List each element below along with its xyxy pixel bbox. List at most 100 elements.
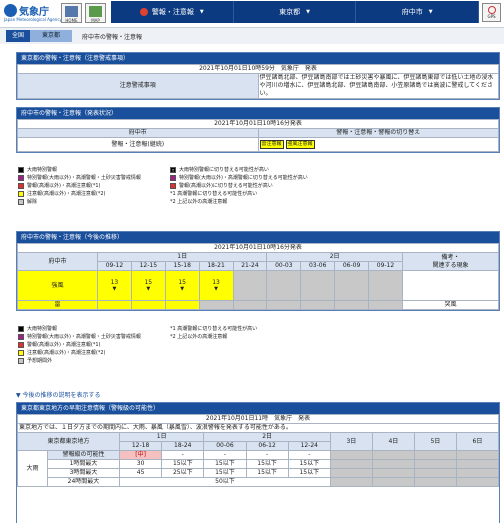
jma-logo-mark-icon bbox=[4, 4, 17, 17]
section-prefecture-advisory: 東京都の警報・注意報（注意警戒事項） 2021年10月01日10時59分 気象庁… bbox=[16, 52, 500, 100]
legend-item: 特別警報(大雨以外)・高潮警報・土砂災害警戒情報 bbox=[27, 334, 141, 340]
main-nav: 警報・注意報 ▼ 東京都 ▼ 府中市 ▼ bbox=[111, 1, 480, 23]
empty-cell bbox=[266, 300, 302, 310]
empty-cell bbox=[455, 477, 500, 487]
time-slot: 06-09 bbox=[334, 261, 369, 271]
value-cell: 15以下 bbox=[245, 459, 289, 469]
logo-en-text: Japan Meteorological Agency bbox=[4, 17, 62, 22]
empty-cell bbox=[368, 270, 403, 301]
arrow-up-red-icon bbox=[170, 183, 176, 189]
chevron-down-icon: ▼ bbox=[306, 9, 310, 15]
group-heavy-rain: 大雨 bbox=[17, 450, 48, 487]
arrow-down-icon: ▼ bbox=[112, 286, 117, 292]
legend-note: *1 高潮警報に切り替える可能性が高い bbox=[170, 326, 258, 332]
wind-cell: 13 ▼ bbox=[198, 270, 234, 301]
legend-note: *2 上記以外の高潮注意報 bbox=[170, 199, 228, 205]
site-header: 気象庁 Japan Meteorological Agency HOME MAP… bbox=[0, 0, 504, 26]
empty-cell bbox=[455, 459, 500, 469]
empty-cell bbox=[329, 450, 373, 460]
swatch-yellow-icon bbox=[18, 191, 24, 197]
gps-button[interactable]: GPS bbox=[482, 3, 501, 22]
time-slot: 12-15 bbox=[130, 261, 166, 271]
thunder-advisory-tag[interactable]: 雷注意報 bbox=[259, 140, 284, 149]
nav-city-label: 府中市 bbox=[401, 8, 423, 16]
swatch-red-icon bbox=[18, 342, 24, 348]
day-header: 4日 bbox=[371, 432, 415, 451]
empty-cell bbox=[371, 468, 415, 478]
empty-cell bbox=[198, 300, 234, 310]
breadcrumb-national[interactable]: 全国 bbox=[6, 30, 31, 42]
possibility-cell: [中] bbox=[118, 450, 163, 460]
value-cell: 15以下 bbox=[203, 459, 247, 469]
thunder-cell bbox=[130, 300, 166, 310]
legend-item: 警報(高潮以外)・高潮注意報(*1) bbox=[27, 183, 101, 189]
map-button[interactable]: MAP bbox=[85, 3, 106, 23]
row-label: 24時間最大 bbox=[47, 477, 120, 487]
section-title: 東京都の警報・注意報（注意警戒事項） bbox=[17, 53, 499, 64]
day-header: 2日 bbox=[266, 252, 403, 262]
legend-item: 大雨特別警報 bbox=[27, 167, 58, 173]
legend-forecast-left: 大雨特別警報 特別警報(大雨以外)・高潮警報・土砂災害警戒情報 警報(高潮以外)… bbox=[18, 325, 141, 365]
status-table: 2021年10月01日10時16分発表 府中市 警報・注意報・警報の切り替え 警報… bbox=[17, 119, 499, 152]
day-header: 3日 bbox=[329, 432, 373, 451]
nav-prefecture[interactable]: 東京都 ▼ bbox=[234, 1, 357, 23]
legend-item: 予想期間外 bbox=[27, 358, 53, 364]
empty-cell bbox=[371, 459, 415, 469]
empty-cell bbox=[413, 459, 457, 469]
day-header: 5日 bbox=[413, 432, 457, 451]
empty-cell bbox=[455, 468, 500, 478]
time-slot: 03-06 bbox=[300, 261, 336, 271]
row-label: 注意警戒事項 bbox=[17, 73, 259, 99]
note-cell bbox=[401, 270, 500, 301]
day-header: 1日 bbox=[118, 432, 205, 442]
day-header: 1日 bbox=[96, 252, 268, 262]
swatch-purple-icon bbox=[18, 175, 24, 181]
wind-cell: 15 ▼ bbox=[164, 270, 200, 301]
advisory-table: 2021年10月01日10時59分 気象庁 発表 注意警戒事項 伊豆諸島北部、伊… bbox=[17, 64, 499, 99]
legend-item: 注意報(高潮以外)・高潮注意報(*2) bbox=[27, 191, 106, 197]
issue-date: 2021年10月01日10時16分発表 bbox=[17, 243, 499, 253]
section-title: 府中市の警報・注意報（今後の推移） bbox=[17, 232, 499, 243]
time-slot: 21-24 bbox=[232, 261, 268, 271]
wind-cell: 13 ▼ bbox=[97, 270, 132, 301]
value-cell: 15以下 bbox=[203, 468, 247, 478]
early-warning-text: 東京地方では、１日夕方までの期間内に、大雨、暴風（暴風雪）、波浪警報を発表する可… bbox=[17, 423, 499, 433]
swatch-black-icon bbox=[18, 167, 24, 173]
early-warning-table: 2021年10月01日11時 気象庁 発表 東京地方では、１日夕方までの期間内に… bbox=[17, 414, 500, 487]
swatch-black-icon bbox=[18, 326, 24, 332]
time-slot: 18-24 bbox=[161, 441, 205, 451]
legend-item: 警報(高潮以外)・高潮注意報(*1) bbox=[27, 342, 101, 348]
note-cell: 突風 bbox=[401, 300, 500, 310]
breadcrumb-tokyo[interactable]: 東京都 bbox=[30, 30, 73, 42]
arrow-down-icon: ▼ bbox=[180, 286, 185, 292]
section-early-warning: 東京都東京地方の早期注意情報（警報級の可能性） 2021年10月01日11時 気… bbox=[16, 402, 500, 523]
empty-cell bbox=[329, 468, 373, 478]
empty-cell bbox=[371, 477, 415, 487]
home-button[interactable]: HOME bbox=[61, 3, 82, 23]
legend-item: 注意報(高潮以外)・高潮注意報(*2) bbox=[27, 350, 106, 356]
nav-warnings[interactable]: 警報・注意報 ▼ bbox=[111, 1, 234, 23]
value-cell: 15以下 bbox=[287, 459, 331, 469]
issue-date: 2021年10月01日10時59分 気象庁 発表 bbox=[17, 64, 499, 74]
empty-cell bbox=[334, 300, 369, 310]
empty-cell bbox=[300, 300, 336, 310]
possibility-cell: - bbox=[287, 450, 331, 460]
swatch-gray-icon bbox=[18, 199, 24, 205]
row-label-wind: 強風 bbox=[17, 270, 98, 301]
arrow-up-black-icon: ↑ bbox=[170, 167, 176, 173]
possibility-cell: - bbox=[203, 450, 247, 460]
empty-cell bbox=[413, 477, 457, 487]
swatch-purple-icon bbox=[18, 334, 24, 340]
section-title: 府中市の警報・注意報（発表状況） bbox=[17, 108, 499, 119]
nav-city[interactable]: 府中市 ▼ bbox=[356, 1, 480, 23]
row-label-thunder: 雷 bbox=[17, 300, 98, 310]
breadcrumb-current: 府中市の警報・注意報 bbox=[82, 33, 143, 41]
time-slot: 06-12 bbox=[245, 441, 289, 451]
value-cell: 25以下 bbox=[161, 468, 205, 478]
jma-logo[interactable]: 気象庁 Japan Meteorological Agency bbox=[4, 3, 62, 22]
show-explanation-link[interactable]: ▼ 今後の推移の説明を表示する bbox=[16, 390, 101, 399]
legend-item: 特別警報(大雨以外)・高潮警報に切り替える可能性が高い bbox=[179, 175, 308, 181]
wind-advisory-tag[interactable]: 強風注意報 bbox=[285, 140, 315, 149]
empty-cell bbox=[371, 450, 415, 460]
issue-date: 2021年10月01日11時 気象庁 発表 bbox=[17, 414, 499, 424]
